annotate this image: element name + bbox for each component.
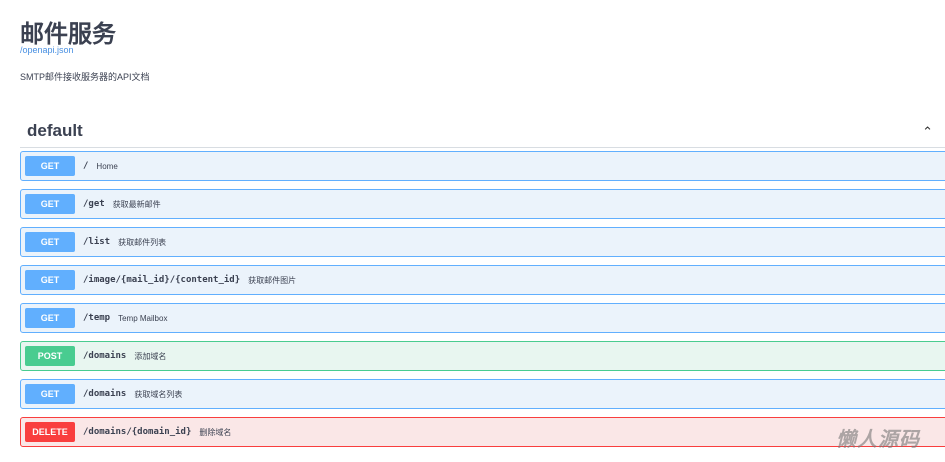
operation-summary: 获取邮件图片 <box>248 275 297 285</box>
method-badge: POST <box>25 346 75 366</box>
operation-path: / <box>83 161 89 171</box>
operation-get[interactable]: GET /image/{mail_id}/{content_id} 获取邮件图片… <box>20 265 945 295</box>
chevron-up-icon[interactable]: ⌃ <box>922 124 933 140</box>
page-title: 邮件服务 <box>20 21 116 48</box>
method-badge: GET <box>25 194 75 214</box>
operation-path: /temp <box>83 313 111 323</box>
operation-post[interactable]: POST /domains 添加域名 ⌄ <box>20 341 945 371</box>
operation-summary: 获取域名列表 <box>134 389 183 399</box>
operation-path: /image/{mail_id}/{content_id} <box>83 275 241 285</box>
method-badge: GET <box>25 232 75 252</box>
method-badge: GET <box>25 308 75 328</box>
operation-path: /domains/{domain_id} <box>83 427 192 437</box>
method-badge: GET <box>25 384 75 404</box>
operation-get[interactable]: GET /list 获取邮件列表 ⌄ <box>20 227 945 257</box>
method-badge: GET <box>25 156 75 176</box>
operation-summary: 删除域名 <box>199 427 232 437</box>
api-description: SMTP邮件接收服务器的API文档 <box>20 72 150 82</box>
operation-summary: Temp Mailbox <box>118 313 168 323</box>
operation-summary: 获取最新邮件 <box>112 199 161 209</box>
operation-get[interactable]: GET / Home ⌄ <box>20 151 945 181</box>
operation-get[interactable]: GET /get 获取最新邮件 ⌄ <box>20 189 945 219</box>
method-badge: GET <box>25 270 75 290</box>
operation-path: /get <box>83 199 105 209</box>
operation-summary: 获取邮件列表 <box>118 237 167 247</box>
openapi-link[interactable]: /openapi.json <box>20 45 74 55</box>
watermark: 懒人源码 <box>836 429 920 451</box>
tag-name: default <box>27 121 83 140</box>
operation-get[interactable]: GET /domains 获取域名列表 ⌄ <box>20 379 945 409</box>
method-badge: DELETE <box>25 422 75 442</box>
operation-summary: 添加域名 <box>134 351 167 361</box>
tag-section-default[interactable]: default ⌃ <box>20 118 945 148</box>
operation-get[interactable]: GET /temp Temp Mailbox ⌄ <box>20 303 945 333</box>
operation-summary: Home <box>96 161 118 171</box>
operation-path: /list <box>83 237 111 247</box>
operation-path: /domains <box>83 389 127 399</box>
operation-path: /domains <box>83 351 127 361</box>
operation-delete[interactable]: DELETE /domains/{domain_id} 删除域名 ⌄ <box>20 417 945 447</box>
